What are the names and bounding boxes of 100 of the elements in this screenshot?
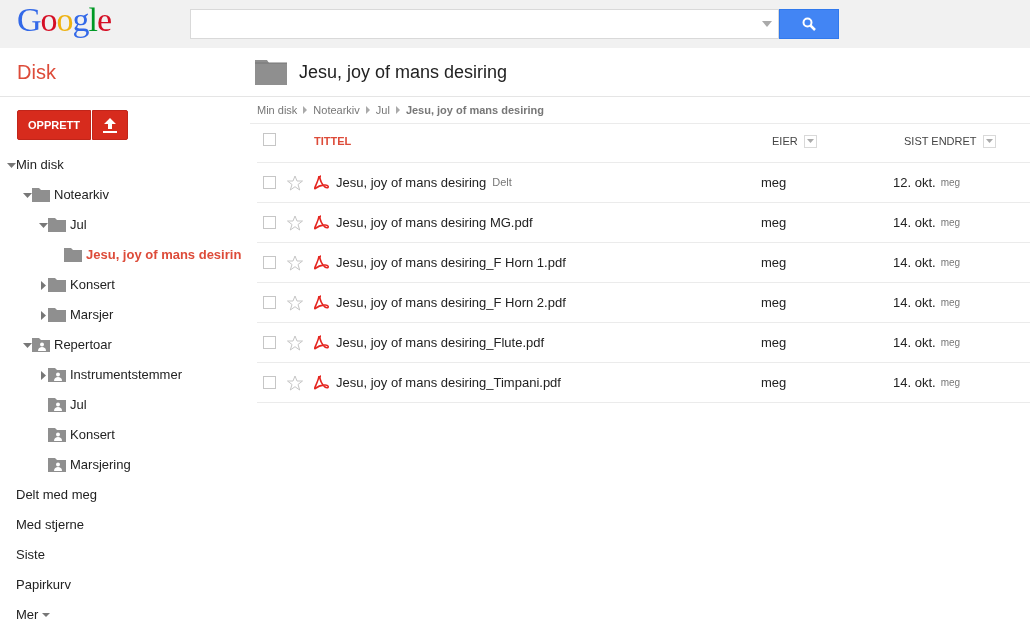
folder-icon — [48, 308, 66, 322]
folder-tree-item[interactable]: Min disk — [16, 155, 64, 175]
folder-tree-item[interactable]: Marsjering — [70, 455, 131, 475]
star-icon[interactable] — [287, 334, 303, 351]
breadcrumb-link[interactable]: Notearkiv — [313, 101, 360, 119]
modified-date: 14. okt. — [893, 293, 936, 312]
chevron-icon — [395, 106, 400, 114]
folder-tree-item[interactable]: Jul — [70, 395, 87, 415]
search-icon — [802, 17, 816, 31]
row-checkbox[interactable] — [263, 216, 276, 229]
modified-date: 14. okt. — [893, 213, 936, 232]
expand-arrow-icon[interactable] — [39, 370, 48, 380]
nav-link[interactable]: Mer — [16, 605, 39, 625]
collapse-arrow-icon[interactable] — [39, 220, 48, 230]
nav-link[interactable]: Med stjerne — [16, 515, 84, 535]
column-header[interactable]: TITTEL — [314, 133, 352, 150]
column-header[interactable]: EIER — [772, 133, 798, 150]
chevron-icon — [303, 106, 308, 114]
sort-menu-button[interactable] — [982, 134, 996, 148]
row-checkbox[interactable] — [263, 296, 276, 309]
pdf-icon — [314, 295, 330, 310]
file-name-link[interactable]: Jesu, joy of mans desiring_F Horn 1.pdf — [336, 252, 566, 273]
file-name-link[interactable]: Jesu, joy of mans desiring — [336, 172, 487, 193]
modified-by-text: meg — [940, 336, 961, 350]
pdf-icon — [314, 175, 330, 190]
modified-by-text: meg — [940, 376, 961, 390]
modified-by-text: meg — [940, 216, 961, 230]
folder-tree-item[interactable]: Jesu, joy of mans desirin — [86, 245, 242, 265]
modified-by-text: meg — [940, 176, 961, 190]
row-checkbox[interactable] — [263, 336, 276, 349]
shared-folder-icon — [48, 398, 66, 412]
search-field[interactable] — [190, 9, 779, 39]
modified-date: 12. okt. — [893, 173, 936, 192]
file-name-link[interactable]: Jesu, joy of mans desiring_Timpani.pdf — [336, 372, 561, 393]
folder-icon — [255, 59, 287, 85]
sort-menu-button[interactable] — [803, 134, 817, 148]
folder-tree-item[interactable]: Jul — [70, 215, 87, 235]
breadcrumb-link[interactable]: Jul — [375, 101, 390, 119]
star-icon[interactable] — [287, 254, 303, 271]
chevron-icon — [365, 106, 370, 114]
folder-title: Jesu, joy of mans desiring — [299, 60, 508, 84]
row-checkbox[interactable] — [263, 176, 276, 189]
owner-text: meg — [761, 373, 787, 392]
folder-icon — [64, 248, 82, 262]
expand-arrow-icon[interactable] — [39, 310, 48, 320]
pdf-icon — [314, 255, 330, 270]
star-icon[interactable] — [287, 174, 303, 191]
nav-link[interactable]: Delt med meg — [16, 485, 97, 505]
row-checkbox[interactable] — [263, 376, 276, 389]
google-logo[interactable]: Google — [0, 3, 190, 37]
expand-arrow-icon[interactable] — [39, 280, 48, 290]
collapse-arrow-icon[interactable] — [7, 160, 16, 170]
dropdown-caret-icon[interactable] — [762, 21, 772, 27]
shared-label: Delt — [492, 175, 512, 191]
breadcrumb-link[interactable]: Min disk — [257, 101, 298, 119]
star-icon[interactable] — [287, 374, 303, 391]
owner-text: meg — [761, 253, 787, 272]
folder-tree-item[interactable]: Repertoar — [54, 335, 112, 355]
select-all-checkbox[interactable] — [263, 133, 276, 146]
collapse-arrow-icon[interactable] — [23, 340, 32, 350]
folder-tree-item[interactable]: Notearkiv — [54, 185, 109, 205]
upload-icon — [102, 117, 117, 133]
pdf-icon — [314, 375, 330, 390]
star-icon[interactable] — [287, 214, 303, 231]
shared-folder-icon — [32, 338, 50, 352]
shared-folder-icon — [48, 458, 66, 472]
column-header[interactable]: SIST ENDRET — [904, 133, 977, 150]
folder-icon — [48, 218, 66, 232]
owner-text: meg — [761, 293, 787, 312]
upload-button[interactable] — [91, 110, 128, 140]
star-icon[interactable] — [287, 294, 303, 311]
folder-tree-item[interactable]: Konsert — [70, 425, 115, 445]
caret-icon[interactable] — [42, 613, 51, 617]
search-button[interactable] — [779, 9, 839, 39]
nav-link[interactable]: Siste — [16, 545, 45, 565]
shared-folder-icon — [48, 428, 66, 442]
owner-text: meg — [761, 333, 787, 352]
collapse-arrow-icon[interactable] — [23, 190, 32, 200]
owner-text: meg — [761, 173, 787, 192]
nav-link[interactable]: Papirkurv — [16, 575, 71, 595]
modified-date: 14. okt. — [893, 253, 936, 272]
file-name-link[interactable]: Jesu, joy of mans desiring_F Horn 2.pdf — [336, 292, 566, 313]
create-button[interactable]: OPPRETT — [17, 110, 91, 140]
breadcrumb-link[interactable]: Jesu, joy of mans desiring — [405, 101, 545, 119]
folder-tree-item[interactable]: Konsert — [70, 275, 115, 295]
caret-icon — [985, 139, 993, 144]
folder-icon — [32, 188, 50, 202]
owner-text: meg — [761, 213, 787, 232]
modified-by-text: meg — [940, 256, 961, 270]
caret-icon — [806, 139, 814, 144]
pdf-icon — [314, 335, 330, 350]
file-name-link[interactable]: Jesu, joy of mans desiring MG.pdf — [336, 212, 533, 233]
file-name-link[interactable]: Jesu, joy of mans desiring_Flute.pdf — [336, 332, 545, 353]
folder-tree-item[interactable]: Instrumentstemmer — [70, 365, 182, 385]
pdf-icon — [314, 215, 330, 230]
modified-by-text: meg — [940, 296, 961, 310]
row-checkbox[interactable] — [263, 256, 276, 269]
modified-date: 14. okt. — [893, 333, 936, 352]
shared-folder-icon — [48, 368, 66, 382]
folder-tree-item[interactable]: Marsjer — [70, 305, 114, 325]
